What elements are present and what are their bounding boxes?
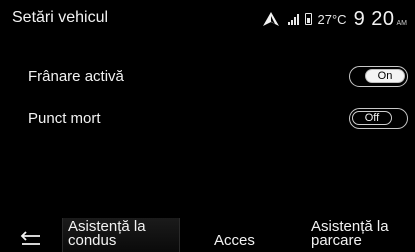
back-arrow-icon	[20, 231, 40, 245]
clock-time: 9 20	[353, 7, 395, 30]
tab-driving-assistance-line2: condus	[68, 232, 117, 249]
status-indicators: 27°C 9 20 AM	[262, 8, 407, 30]
tab-parking-assistance-line2: parcare	[311, 232, 362, 249]
active-braking-toggle[interactable]: On	[349, 66, 408, 87]
back-button[interactable]	[18, 228, 48, 248]
tab-driving-assistance[interactable]: Asistență la condus	[68, 219, 176, 249]
tab-access[interactable]: Acces	[214, 233, 255, 248]
setting-label-active-braking: Frânare activă	[28, 68, 124, 85]
setting-row-active-braking: Frânare activă On	[0, 60, 415, 102]
signal-strength-icon	[287, 13, 300, 25]
status-bar: Setări vehicul 27°C 9 20 AM	[0, 0, 415, 38]
page-title: Setări vehicul	[12, 9, 109, 26]
phone-battery-icon	[304, 13, 312, 25]
navigation-arrow-icon	[262, 12, 279, 26]
temperature-readout: 27°C	[317, 11, 347, 27]
clock-am-pm: AM	[396, 19, 408, 27]
settings-list: Frânare activă On Punct mort Off	[0, 60, 415, 144]
tab-parking-assistance[interactable]: Asistență la parcare	[311, 219, 411, 249]
blind-spot-toggle[interactable]: Off	[349, 108, 408, 129]
setting-row-blind-spot: Punct mort Off	[0, 102, 415, 144]
blind-spot-toggle-state: Off	[352, 111, 392, 125]
bottom-navigation-bar: Asistență la condus Acces Asistență la p…	[0, 218, 415, 252]
setting-label-blind-spot: Punct mort	[28, 110, 101, 127]
active-braking-toggle-state: On	[365, 69, 405, 83]
